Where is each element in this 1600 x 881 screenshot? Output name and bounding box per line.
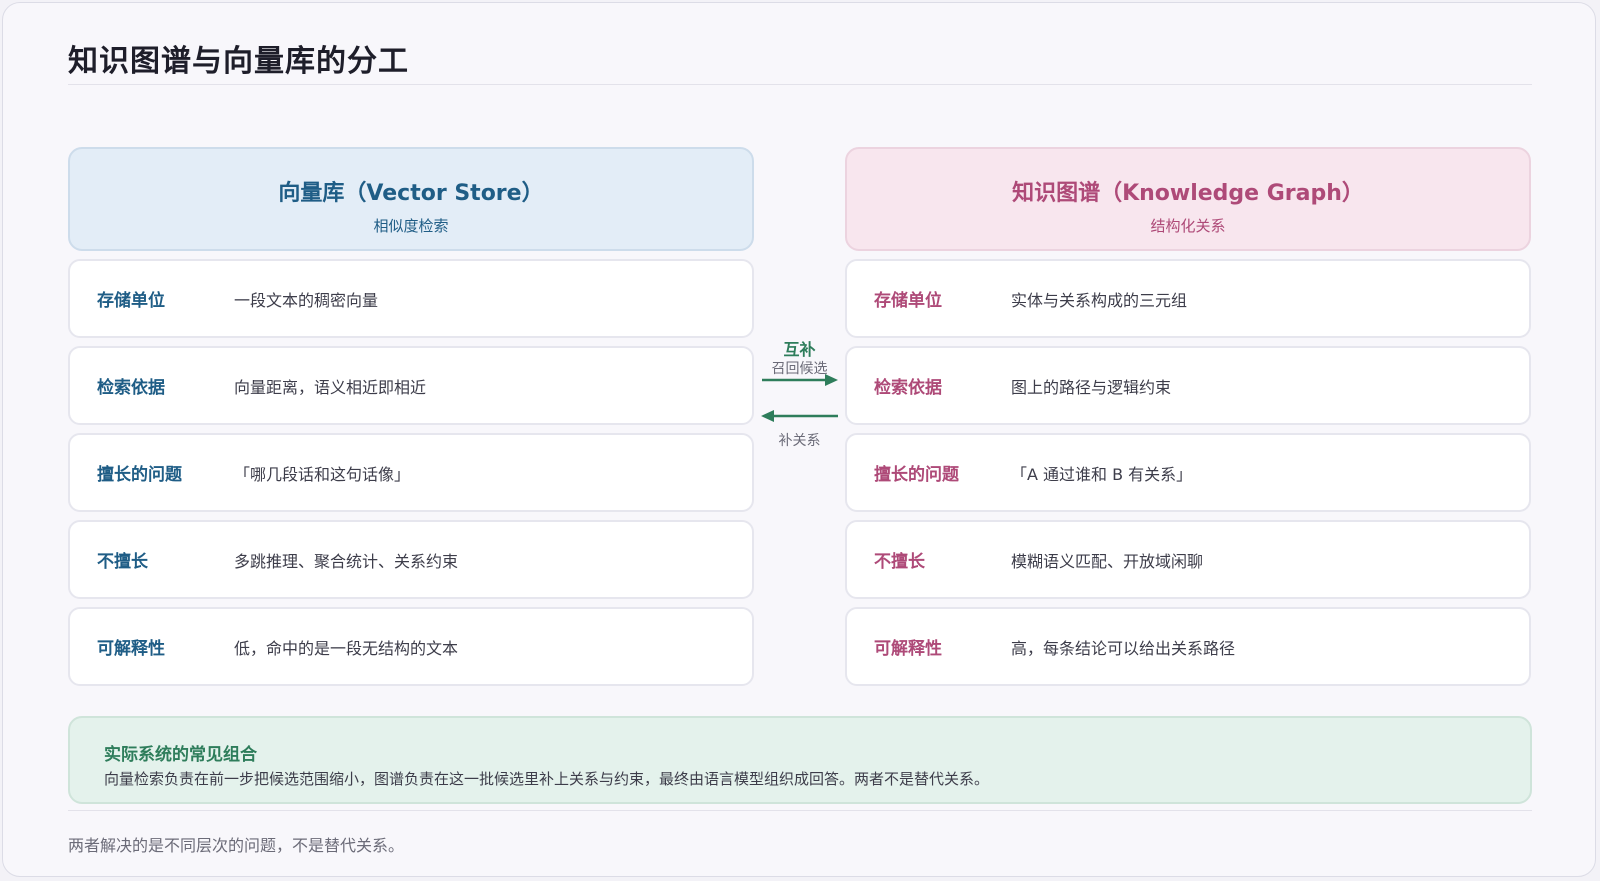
vector-store-subtitle: 相似度检索 xyxy=(373,217,449,235)
comparison-row: 存储单位 一段文本的稠密向量 xyxy=(68,259,754,338)
comparison-row: 检索依据 图上的路径与逻辑约束 xyxy=(845,346,1531,425)
comparison-row: 可解释性 高，每条结论可以给出关系路径 xyxy=(845,607,1531,686)
row-value: 模糊语义匹配、开放域闲聊 xyxy=(1011,551,1204,571)
comparison-row: 检索依据 向量距离，语义相近即相近 xyxy=(68,346,754,425)
row-value: 「哪几段话和这句话像」 xyxy=(234,464,411,484)
vector-store-header: 向量库（Vector Store） 相似度检索 xyxy=(68,147,754,251)
row-label: 擅长的问题 xyxy=(97,465,182,485)
row-label: 不擅长 xyxy=(97,552,148,572)
comparison-row: 可解释性 低，命中的是一段无结构的文本 xyxy=(68,607,754,686)
row-value: 「A 通过谁和 B 有关系」 xyxy=(1011,464,1193,484)
row-value: 多跳推理、聚合统计、关系约束 xyxy=(234,551,459,571)
comparison-row: 擅长的问题 「哪几段话和这句话像」 xyxy=(68,433,754,512)
arrow-to-vector-head-icon xyxy=(761,410,774,422)
recall-candidates-label: 召回候选 xyxy=(771,361,828,377)
row-value: 实体与关系构成的三元组 xyxy=(1011,290,1188,310)
footer-divider xyxy=(68,810,1532,811)
complement-connector: 互补 召回候选 补关系 xyxy=(754,336,845,456)
row-value: 一段文本的稠密向量 xyxy=(234,290,379,310)
row-label: 存储单位 xyxy=(874,291,942,311)
row-label: 擅长的问题 xyxy=(874,465,959,485)
row-label: 存储单位 xyxy=(97,291,165,311)
knowledge-graph-header: 知识图谱（Knowledge Graph） 结构化关系 xyxy=(845,147,1531,251)
row-label: 检索依据 xyxy=(97,378,165,398)
comparison-row: 存储单位 实体与关系构成的三元组 xyxy=(845,259,1531,338)
complement-label: 互补 xyxy=(783,340,816,359)
comparison-row: 擅长的问题 「A 通过谁和 B 有关系」 xyxy=(845,433,1531,512)
knowledge-graph-column: 知识图谱（Knowledge Graph） 结构化关系 存储单位 实体与关系构成… xyxy=(845,147,1531,686)
vector-store-column: 向量库（Vector Store） 相似度检索 存储单位 一段文本的稠密向量 检… xyxy=(68,147,754,686)
footnote: 两者解决的是不同层次的问题，不是替代关系。 xyxy=(68,836,405,855)
row-label: 可解释性 xyxy=(97,639,165,659)
row-value: 向量距离，语义相近即相近 xyxy=(234,377,427,397)
vector-store-title: 向量库（Vector Store） xyxy=(278,181,544,206)
row-value: 高，每条结论可以给出关系路径 xyxy=(1011,638,1236,658)
page-title: 知识图谱与向量库的分工 xyxy=(68,44,409,79)
summary-text: 向量检索负责在前一步把候选范围缩小，图谱负责在这一批候选里补上关系与约束，最终由… xyxy=(104,770,990,788)
comparison-row: 不擅长 模糊语义匹配、开放域闲聊 xyxy=(845,520,1531,599)
summary-box: 实际系统的常见组合 向量检索负责在前一步把候选范围缩小，图谱负责在这一批候选里补… xyxy=(68,716,1532,804)
knowledge-graph-title: 知识图谱（Knowledge Graph） xyxy=(1012,181,1364,206)
row-value: 低，命中的是一段无结构的文本 xyxy=(234,638,459,658)
add-relations-label: 补关系 xyxy=(778,433,821,449)
summary-title: 实际系统的常见组合 xyxy=(104,745,257,765)
row-value: 图上的路径与逻辑约束 xyxy=(1011,377,1172,397)
row-label: 不擅长 xyxy=(874,552,925,572)
comparison-row: 不擅长 多跳推理、聚合统计、关系约束 xyxy=(68,520,754,599)
title-divider xyxy=(68,84,1532,85)
row-label: 可解释性 xyxy=(874,639,942,659)
knowledge-graph-subtitle: 结构化关系 xyxy=(1150,217,1226,235)
row-label: 检索依据 xyxy=(874,378,942,398)
